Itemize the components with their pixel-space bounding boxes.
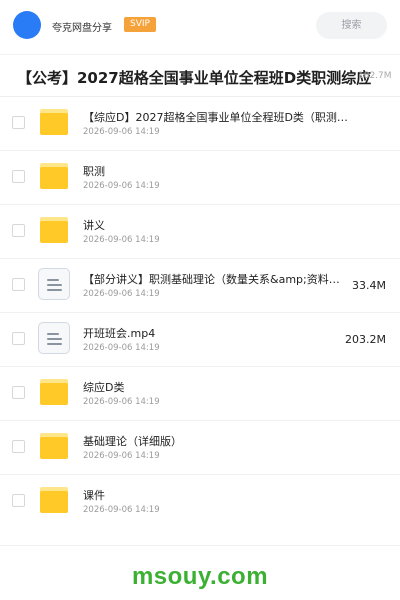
list-bottom-divider xyxy=(0,545,400,546)
site-watermark: msouy.com xyxy=(131,563,269,590)
folder-icon xyxy=(40,109,68,135)
app-header: 夸克网盘分享 SVIP 搜索 xyxy=(0,0,400,50)
document-icon xyxy=(38,268,70,300)
folder-icon xyxy=(40,487,68,513)
file-row[interactable]: 开班班会.mp4 2026-09-06 14:19 203.2M xyxy=(0,313,400,367)
file-date: 2026-09-06 14:19 xyxy=(83,127,160,137)
row-checkbox[interactable] xyxy=(12,440,25,453)
file-date: 2026-09-06 14:19 xyxy=(83,181,160,191)
file-size: 33.4M xyxy=(352,279,386,292)
folder-icon xyxy=(40,379,68,405)
file-name: 课件 xyxy=(83,489,105,502)
row-checkbox[interactable] xyxy=(12,386,25,399)
file-date: 2026-09-06 14:19 xyxy=(83,505,160,515)
file-name: 综应D类 xyxy=(83,381,125,394)
file-name: 职测 xyxy=(83,165,105,178)
row-checkbox[interactable] xyxy=(12,278,25,291)
folder-icon xyxy=(40,163,68,189)
avatar[interactable] xyxy=(13,11,41,39)
file-row[interactable]: 【部分讲义】职测基础理论（数量关系&amp;资料分… 2026-09-06 14… xyxy=(0,259,400,313)
file-date: 2026-09-06 14:19 xyxy=(83,343,160,353)
file-row[interactable]: 职测 2026-09-06 14:19 xyxy=(0,151,400,205)
file-name: 讲义 xyxy=(83,219,105,232)
row-checkbox[interactable] xyxy=(12,170,25,183)
row-checkbox[interactable] xyxy=(12,224,25,237)
file-date: 2026-09-06 14:19 xyxy=(83,289,160,299)
row-checkbox[interactable] xyxy=(12,332,25,345)
header-divider xyxy=(0,54,400,55)
owner-name: 夸克网盘分享 xyxy=(52,23,112,34)
file-date: 2026-09-06 14:19 xyxy=(83,451,160,461)
file-row[interactable]: 课件 2026-09-06 14:19 xyxy=(0,475,400,529)
file-size: 203.2M xyxy=(345,333,386,346)
share-title-row: 【公考】2027超格全国事业单位全程班D类职测综应 182.7M xyxy=(0,60,400,94)
file-row[interactable]: 讲义 2026-09-06 14:19 xyxy=(0,205,400,259)
document-icon xyxy=(38,322,70,354)
file-row[interactable]: 【综应D】2027超格全国事业单位全程班D类（职测… 2026-09-06 14… xyxy=(0,97,400,151)
file-row[interactable]: 基础理论（详细版） 2026-09-06 14:19 xyxy=(0,421,400,475)
svip-badge: SVIP xyxy=(124,17,156,32)
page-title: 【公考】2027超格全国事业单位全程班D类职测综应 xyxy=(17,69,372,87)
file-date: 2026-09-06 14:19 xyxy=(83,235,160,245)
file-name: 【部分讲义】职测基础理论（数量关系&amp;资料分… xyxy=(83,273,348,286)
row-checkbox[interactable] xyxy=(12,494,25,507)
folder-icon xyxy=(40,433,68,459)
folder-icon xyxy=(40,217,68,243)
search-input[interactable]: 搜索 xyxy=(316,12,387,39)
file-name: 基础理论（详细版） xyxy=(83,435,182,448)
file-name: 开班班会.mp4 xyxy=(83,327,156,340)
file-row[interactable]: 综应D类 2026-09-06 14:19 xyxy=(0,367,400,421)
total-size: 182.7M xyxy=(358,71,392,81)
file-name: 【综应D】2027超格全国事业单位全程班D类（职测… xyxy=(83,111,348,124)
file-date: 2026-09-06 14:19 xyxy=(83,397,160,407)
row-checkbox[interactable] xyxy=(12,116,25,129)
